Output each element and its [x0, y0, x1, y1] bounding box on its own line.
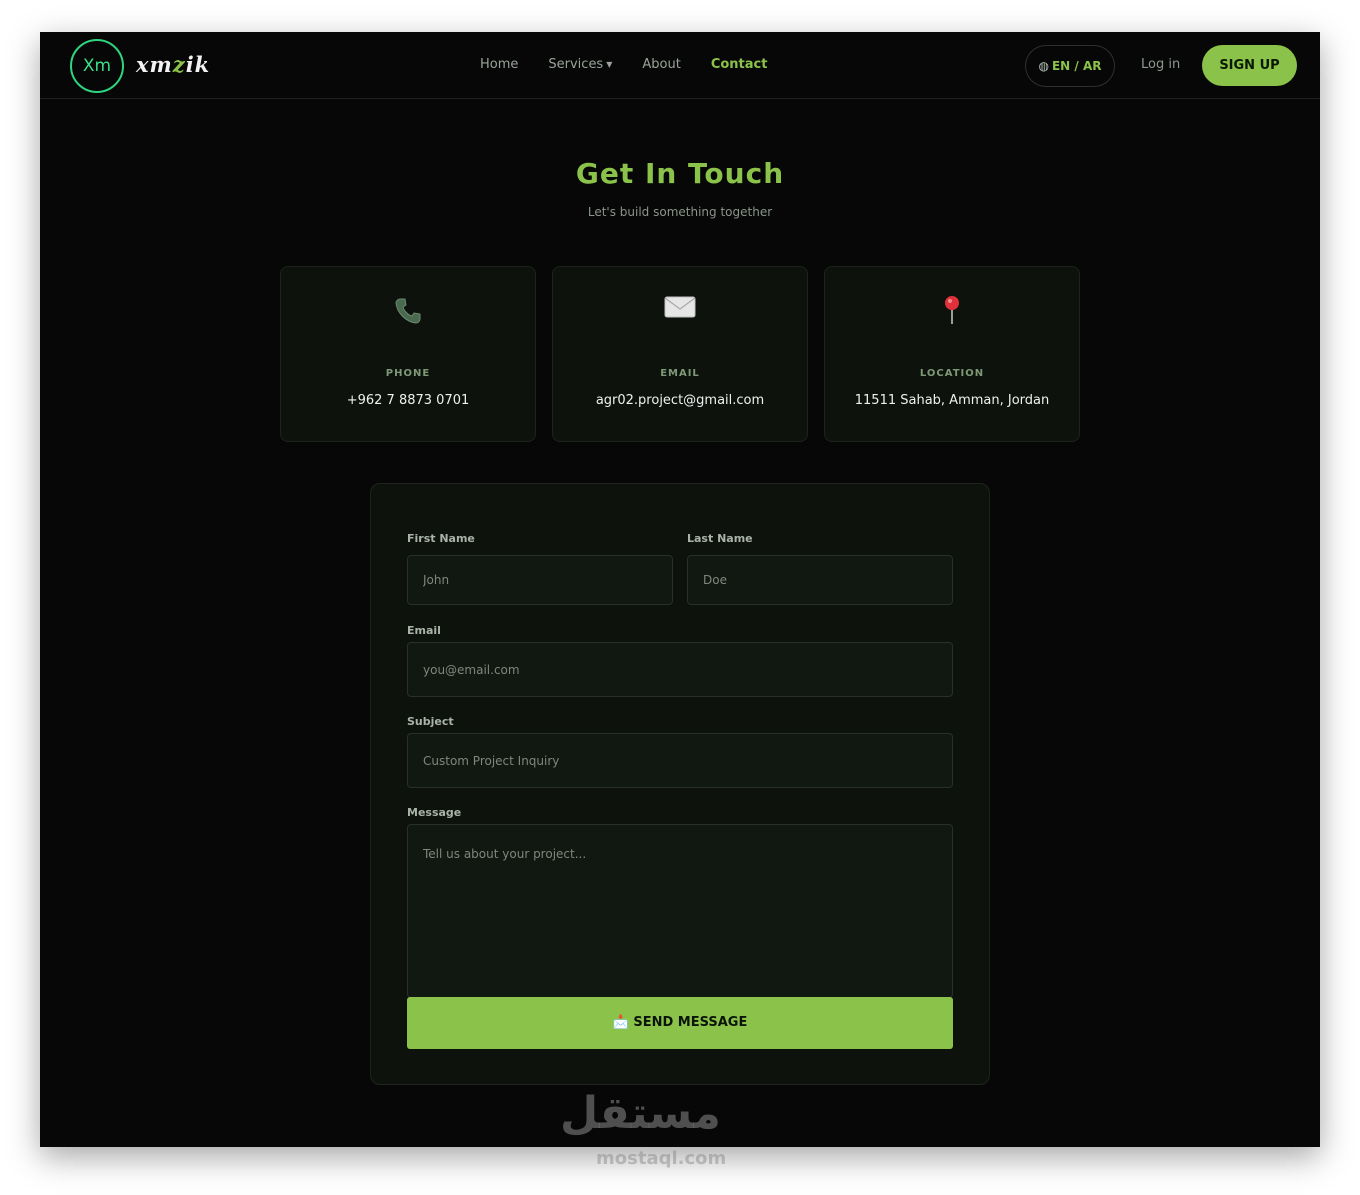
envelope-icon — [553, 295, 807, 325]
nav-services[interactable]: Services ▼ — [548, 57, 612, 72]
nav-home[interactable]: Home — [480, 57, 518, 72]
page-title: Get In Touch — [575, 157, 785, 190]
nav-services-label: Services — [548, 57, 604, 72]
first-name-field[interactable] — [407, 555, 673, 605]
subject-field[interactable] — [407, 733, 953, 788]
page: Xm xmzik Home Services ▼ About Contact ◍ E… — [40, 32, 1320, 1147]
logo-text-b: z — [172, 52, 186, 77]
contact-card-phone: PHONE +962 7 8873 0701 — [280, 266, 536, 442]
contact-form: First Name Last Name Email Subject Messa… — [370, 483, 990, 1085]
language-label: EN / AR — [1051, 59, 1102, 73]
page-subtitle: Let's build something together — [587, 205, 773, 219]
contact-card-email: EMAIL agr02.project@gmail.com — [552, 266, 808, 442]
last-name-label: Last Name — [687, 532, 753, 545]
globe-icon: ◍ — [1038, 59, 1049, 73]
send-label: SEND MESSAGE — [633, 1015, 748, 1030]
send-message-button[interactable]: 📩 SEND MESSAGE — [407, 997, 953, 1049]
card-value[interactable]: agr02.project@gmail.com — [553, 393, 807, 408]
nav-about[interactable]: About — [642, 57, 680, 72]
contact-card-location: LOCATION 11511 Sahab, Amman, Jordan — [824, 266, 1080, 442]
watermark-latin: mostaql.com — [596, 1148, 727, 1169]
phone-icon — [281, 295, 535, 333]
card-label: PHONE — [385, 368, 431, 379]
main-menu: Home Services ▼ About Contact — [480, 57, 797, 72]
card-value[interactable]: 11511 Sahab, Amman, Jordan — [825, 393, 1079, 408]
logo-text-c: ik — [185, 52, 211, 77]
nav-contact[interactable]: Contact — [711, 57, 768, 72]
card-value[interactable]: +962 7 8873 0701 — [281, 393, 535, 408]
pin-icon — [825, 295, 1079, 331]
last-name-field[interactable] — [687, 555, 953, 605]
top-nav: Xm xmzik Home Services ▼ About Contact ◍ E… — [40, 32, 1320, 99]
signup-button[interactable]: SIGN UP — [1202, 45, 1297, 86]
message-field[interactable] — [407, 824, 953, 998]
subject-label: Subject — [407, 715, 454, 728]
chevron-down-icon: ▼ — [606, 60, 613, 69]
mailbox-icon: 📩 — [612, 1015, 629, 1030]
watermark-arabic: مستقل — [560, 1088, 721, 1139]
card-label: LOCATION — [919, 368, 985, 379]
email-label: Email — [407, 624, 441, 637]
logo-text-a: xm — [136, 52, 173, 77]
language-toggle[interactable]: ◍ EN / AR — [1025, 45, 1115, 87]
logo-mark[interactable]: Xm — [70, 39, 124, 93]
first-name-label: First Name — [407, 532, 475, 545]
logo-wordmark[interactable]: xmzik — [136, 52, 210, 77]
card-label: EMAIL — [660, 368, 700, 379]
email-field[interactable] — [407, 642, 953, 697]
message-label: Message — [407, 806, 462, 819]
login-link[interactable]: Log in — [1141, 57, 1180, 72]
